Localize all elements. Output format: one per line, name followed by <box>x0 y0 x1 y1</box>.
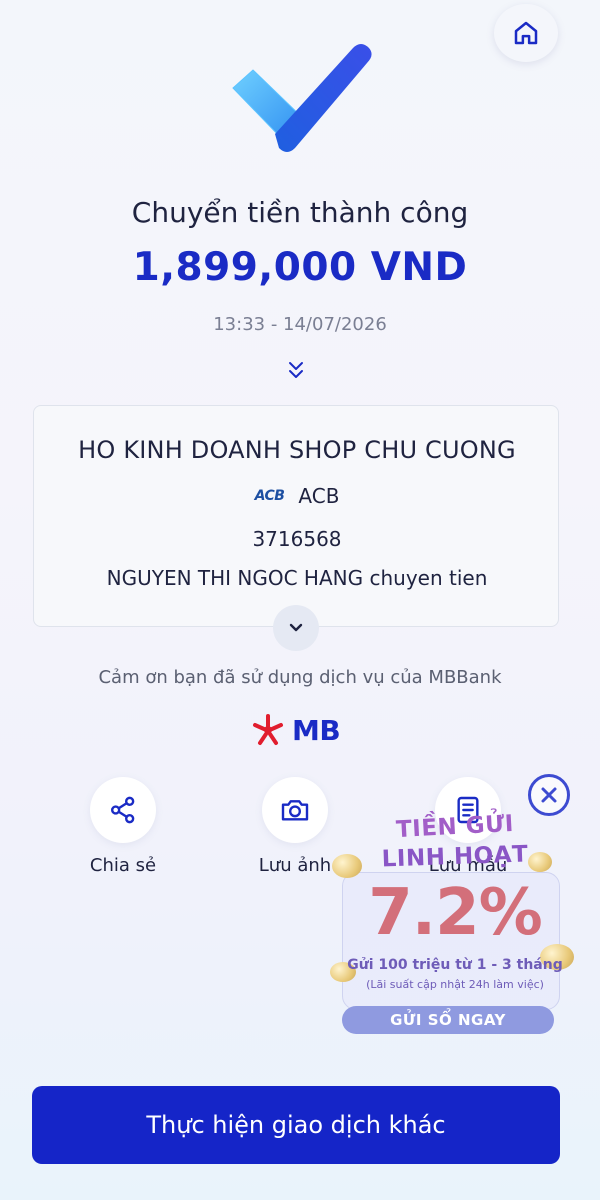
mb-logo-text: MB <box>292 713 341 747</box>
home-icon <box>514 21 538 45</box>
chevron-down-icon <box>289 623 303 632</box>
thanks-message: Cảm ơn bạn đã sử dụng dịch vụ của MBBank <box>98 667 502 688</box>
transfer-datetime: 13:33 - 14/07/2026 <box>213 314 387 335</box>
promo-subtitle: Gửi 100 triệu từ 1 - 3 tháng <box>347 957 563 973</box>
promo-close-button[interactable] <box>528 774 570 816</box>
close-circle-icon <box>541 787 557 803</box>
mb-star-icon <box>253 714 283 745</box>
new-transaction-button[interactable]: Thực hiện giao dịch khác <box>32 1086 560 1164</box>
promo-rate: 7.2% <box>368 876 543 950</box>
share-button[interactable]: Chia sẻ <box>63 777 183 876</box>
bank-name: ACB <box>298 484 340 508</box>
camera-icon <box>281 800 309 821</box>
promo-banner[interactable]: TIỀN GỬI LINH HOẠT 7.2% Gửi 100 triệu từ… <box>330 811 580 1042</box>
mbbank-logo: MB <box>250 712 341 748</box>
double-chevron-down-icon[interactable] <box>286 358 306 382</box>
page-title: Chuyển tiền thành công <box>131 196 469 229</box>
account-number: 3716568 <box>252 527 342 551</box>
acb-logo-icon: ACB <box>254 488 285 504</box>
home-button[interactable] <box>494 4 558 62</box>
recipient-card: HO KINH DOANH SHOP CHU CUONG ACB ACB 371… <box>33 405 559 627</box>
transfer-memo: NGUYEN THI NGOC HANG chuyen tien <box>106 566 488 590</box>
promo-note: (Lãi suất cập nhật 24h làm việc) <box>366 978 544 991</box>
transfer-amount: 1,899,000 VND <box>132 245 468 290</box>
card-expand-button[interactable] <box>273 605 319 651</box>
promo-cta-button[interactable]: GỬI SỔ NGAY <box>342 1006 554 1034</box>
recipient-name: HO KINH DOANH SHOP CHU CUONG <box>78 436 516 464</box>
recipient-bank: ACB ACB <box>34 484 560 508</box>
share-label: Chia sẻ <box>89 855 157 876</box>
success-check-icon <box>232 44 372 152</box>
share-icon <box>111 796 135 824</box>
